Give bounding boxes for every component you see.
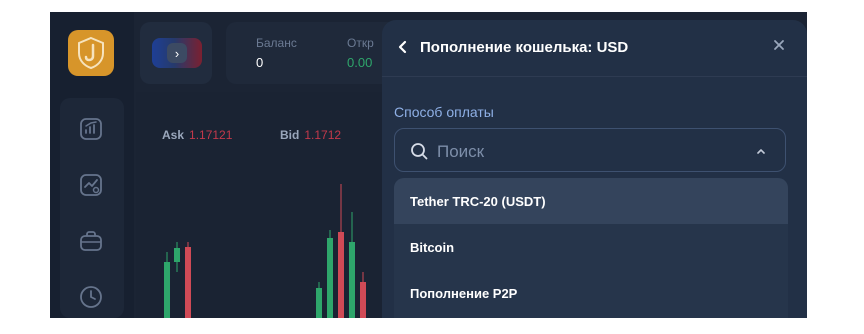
currency-pair-flag: › — [152, 38, 202, 68]
logo-shield-icon — [78, 36, 104, 70]
analytics-icon[interactable] — [78, 172, 104, 198]
close-icon[interactable] — [772, 38, 786, 52]
payment-option-p2p[interactable]: Пополнение P2P — [394, 270, 788, 316]
asset-selector[interactable]: › — [140, 22, 212, 84]
chevron-up-icon[interactable] — [755, 146, 767, 156]
payment-option-usdt[interactable]: Tether TRC-20 (USDT) — [394, 178, 788, 224]
open-label: Откр — [347, 36, 374, 50]
balance-value: 0 — [256, 55, 264, 70]
briefcase-icon[interactable] — [78, 228, 104, 254]
open-value: 0.00 — [347, 55, 373, 70]
chart-icon[interactable] — [78, 116, 104, 142]
payment-method-select[interactable] — [394, 128, 786, 172]
candlestick-series — [164, 184, 366, 318]
panel-header: Пополнение кошелька: USD — [382, 20, 807, 77]
candle — [327, 238, 333, 318]
payment-options-list: Tether TRC-20 (USDT) Bitcoin Пополнение … — [394, 178, 788, 318]
sidebar — [50, 12, 134, 318]
candle — [164, 262, 170, 318]
candle — [185, 247, 191, 318]
candle — [360, 282, 366, 318]
candle — [349, 242, 355, 318]
clock-icon[interactable] — [78, 284, 104, 310]
panel-title: Пополнение кошелька: USD — [420, 39, 629, 56]
price-chart[interactable]: Ask 1.17121 Bid 1.1712 — [136, 92, 382, 318]
wallet-topup-panel: Пополнение кошелька: USD Способ оплаты T… — [382, 20, 807, 318]
asset-arrow-button[interactable]: › — [167, 43, 187, 63]
payment-option-bitcoin[interactable]: Bitcoin — [394, 224, 788, 270]
search-input[interactable] — [435, 137, 739, 167]
balance-label: Баланс — [256, 36, 297, 50]
search-icon — [411, 143, 428, 160]
candle — [174, 248, 180, 262]
brand-logo[interactable] — [68, 30, 114, 76]
candle — [338, 232, 344, 318]
candle — [316, 288, 322, 318]
back-arrow-icon[interactable] — [396, 40, 410, 54]
trading-app: › Баланс 0 Откр 0.00 Ask 1.17121 Bid 1.171… — [50, 12, 807, 318]
payment-method-label: Способ оплаты — [394, 104, 494, 120]
